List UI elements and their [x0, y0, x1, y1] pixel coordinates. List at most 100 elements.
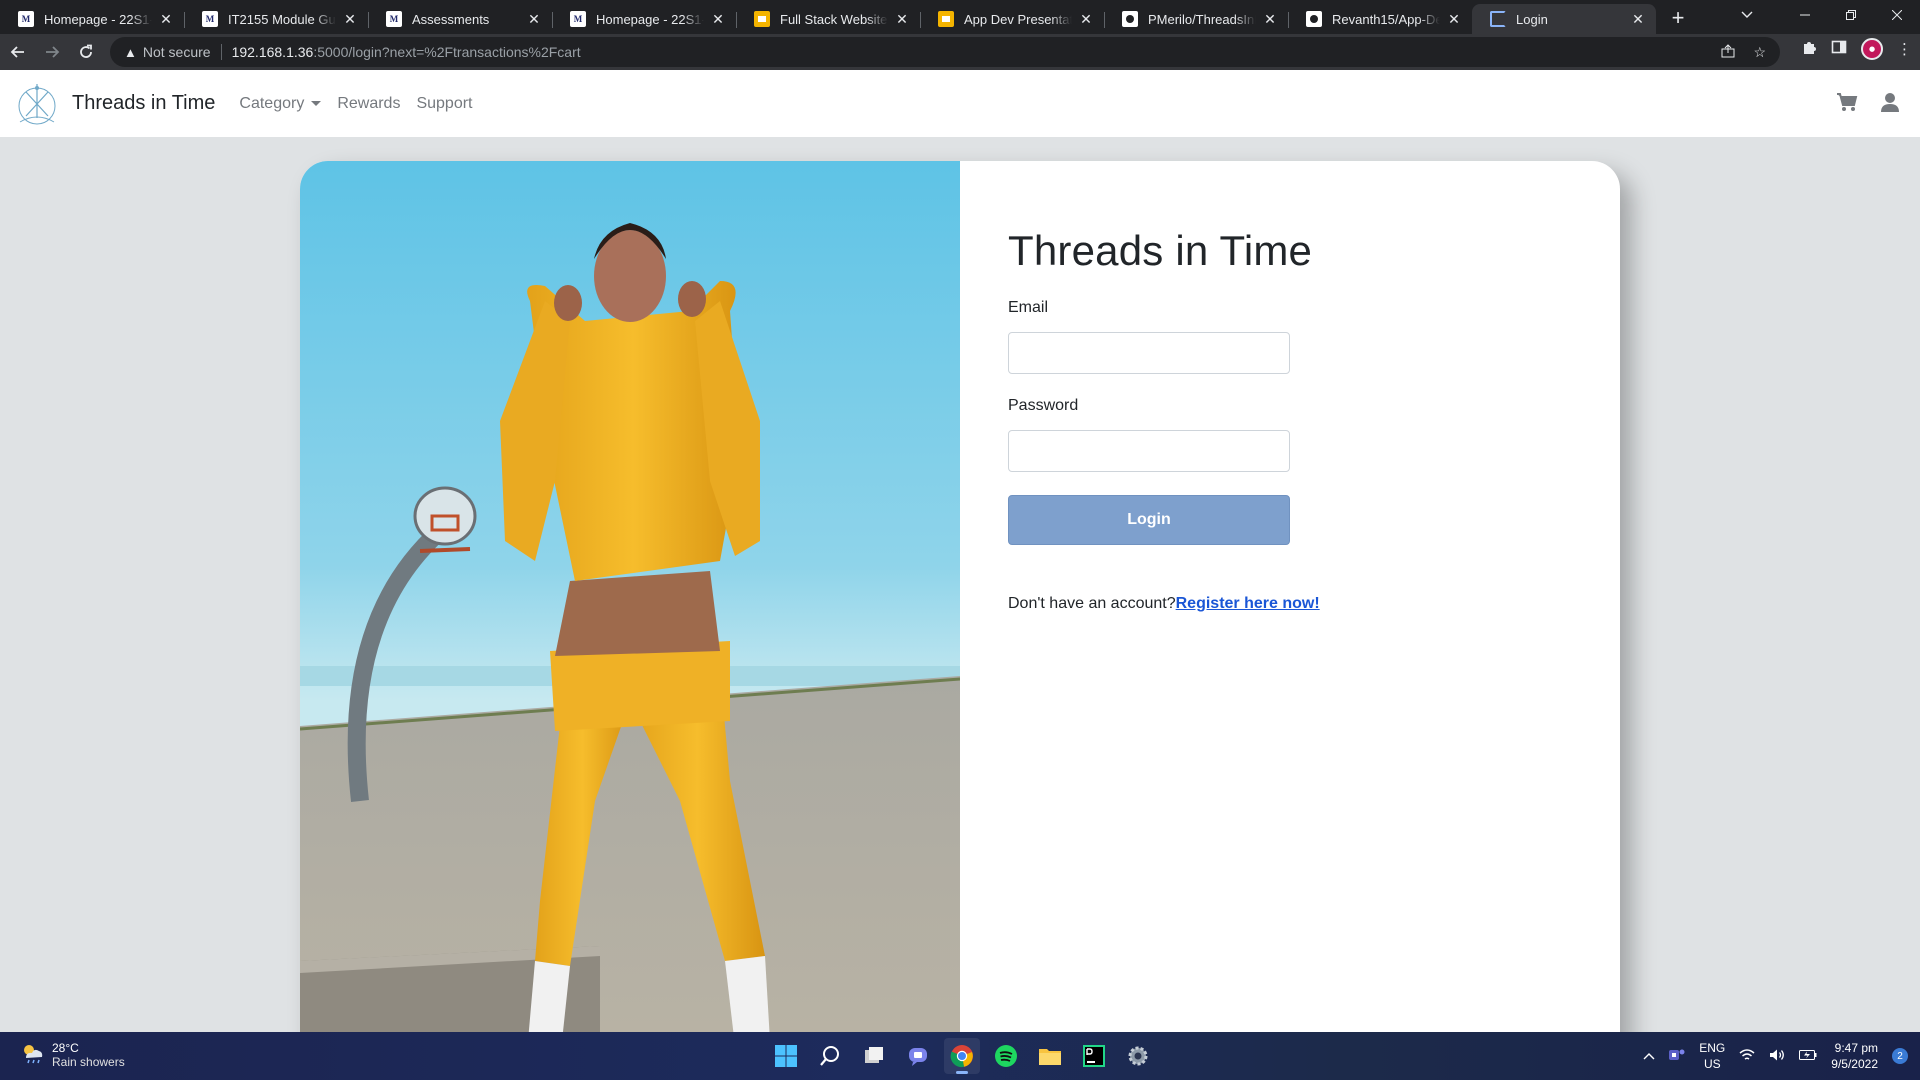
- caret-down-icon: [311, 101, 322, 106]
- forward-arrow-icon[interactable]: [36, 36, 68, 68]
- site-nav-icons: [1836, 92, 1900, 116]
- close-tab-icon[interactable]: ✕: [158, 11, 174, 27]
- mw-favicon-icon: M: [202, 11, 218, 27]
- user-account-icon[interactable]: [1880, 92, 1900, 116]
- browser-tab[interactable]: M IT2155 Module Guide ✕: [184, 4, 368, 34]
- tab-title: PMerilo/ThreadsInNo: [1148, 11, 1256, 27]
- browser-tab-strip: M Homepage - 22S1-IT2 ✕ M IT2155 Module …: [0, 0, 1920, 34]
- browser-tab[interactable]: Full Stack Website UI ✕: [736, 4, 920, 34]
- weather-description: Rain showers: [52, 1055, 125, 1069]
- close-tab-icon[interactable]: ✕: [1262, 11, 1278, 27]
- tab-title: Full Stack Website UI: [780, 11, 888, 27]
- language-indicator[interactable]: ENG US: [1699, 1040, 1725, 1072]
- pycharm-icon[interactable]: [1076, 1038, 1112, 1074]
- notification-badge[interactable]: 2: [1892, 1048, 1908, 1064]
- rain-cloud-icon: [20, 1042, 44, 1069]
- extensions-puzzle-icon[interactable]: [1801, 39, 1817, 59]
- kebab-menu-icon[interactable]: ⋮: [1897, 40, 1912, 58]
- close-tab-icon[interactable]: ✕: [1630, 11, 1646, 27]
- login-card: Threads in Time Email Password Login Don…: [300, 161, 1620, 1061]
- spotify-icon[interactable]: [988, 1038, 1024, 1074]
- browser-tab[interactable]: M Assessments ✕: [368, 4, 552, 34]
- teams-chat-icon[interactable]: [900, 1038, 936, 1074]
- file-explorer-icon[interactable]: [1032, 1038, 1068, 1074]
- reload-icon[interactable]: [70, 36, 102, 68]
- toolbar-right-actions: ● ⋮: [1801, 38, 1912, 60]
- restore-button[interactable]: [1828, 0, 1874, 30]
- windows-taskbar: 28°C Rain showers ENG US 9:47 pm 9/5/202…: [0, 1032, 1920, 1080]
- site-logo[interactable]: [12, 78, 62, 130]
- close-tab-icon[interactable]: ✕: [710, 11, 726, 27]
- url-path: :5000/login?next=%2Ftransactions%2Fcart: [313, 44, 581, 60]
- clock-time: 9:47 pm: [1834, 1041, 1878, 1055]
- url-host: 192.168.1.36: [231, 44, 314, 60]
- settings-gear-icon[interactable]: [1120, 1038, 1156, 1074]
- browser-tab[interactable]: PMerilo/ThreadsInNo ✕: [1104, 4, 1288, 34]
- clock[interactable]: 9:47 pm 9/5/2022: [1831, 1040, 1878, 1072]
- minimize-button[interactable]: [1782, 0, 1828, 30]
- back-arrow-icon[interactable]: [2, 36, 34, 68]
- clock-date: 9/5/2022: [1831, 1057, 1878, 1071]
- nav-rewards-link[interactable]: Rewards: [337, 95, 400, 113]
- browser-tab[interactable]: M Homepage - 22S1-IT2 ✕: [552, 4, 736, 34]
- login-button[interactable]: Login: [1008, 495, 1290, 545]
- tab-title: Assessments: [412, 11, 490, 27]
- close-window-button[interactable]: [1874, 0, 1920, 30]
- browser-tab-active[interactable]: Login ✕: [1472, 4, 1656, 34]
- browser-tab[interactable]: App Dev Presentation ✕: [920, 4, 1104, 34]
- close-tab-icon[interactable]: ✕: [1078, 11, 1094, 27]
- register-prompt-text: Don't have an account?: [1008, 595, 1176, 612]
- taskbar-apps: [768, 1038, 1156, 1074]
- warning-triangle-icon[interactable]: ▲: [124, 45, 137, 60]
- address-divider: [220, 44, 222, 60]
- close-tab-icon[interactable]: ✕: [894, 11, 910, 27]
- mw-favicon-icon: M: [18, 11, 34, 27]
- chrome-icon[interactable]: [944, 1038, 980, 1074]
- tab-title: Revanth15/App-Dev-F: [1332, 11, 1440, 27]
- close-tab-icon[interactable]: ✕: [526, 11, 542, 27]
- bookmark-star-icon[interactable]: ☆: [1753, 44, 1766, 61]
- register-link[interactable]: Register here now!: [1176, 595, 1320, 612]
- teams-tray-icon[interactable]: [1669, 1048, 1685, 1065]
- register-prompt: Don't have an account?Register here now!: [1008, 595, 1568, 613]
- close-tab-icon[interactable]: ✕: [342, 11, 358, 27]
- tab-title: Login: [1516, 11, 1548, 27]
- slides-favicon-icon: [754, 11, 770, 27]
- cart-icon[interactable]: [1836, 92, 1858, 116]
- browser-tab[interactable]: Revanth15/App-Dev-F ✕: [1288, 4, 1472, 34]
- site-navbar: Threads in Time Category Rewards Support: [0, 70, 1920, 137]
- windows-start-icon[interactable]: [768, 1038, 804, 1074]
- address-bar[interactable]: ▲ Not secure 192.168.1.36 :5000/login?ne…: [110, 37, 1780, 67]
- mw-favicon-icon: M: [570, 11, 586, 27]
- login-form: Threads in Time Email Password Login Don…: [1008, 227, 1568, 613]
- nav-category-dropdown[interactable]: Category: [239, 94, 322, 113]
- chevron-up-icon[interactable]: [1643, 1049, 1655, 1063]
- search-icon[interactable]: [812, 1038, 848, 1074]
- tab-search-chevron-icon[interactable]: [1724, 0, 1770, 30]
- browser-toolbar: ▲ Not secure 192.168.1.36 :5000/login?ne…: [0, 34, 1920, 70]
- github-favicon-icon: [1306, 11, 1322, 27]
- system-tray: ENG US 9:47 pm 9/5/2022 2: [1643, 1032, 1908, 1080]
- email-field[interactable]: [1008, 332, 1290, 374]
- window-controls: [1782, 0, 1920, 30]
- new-tab-button[interactable]: +: [1664, 4, 1692, 32]
- security-label[interactable]: Not secure: [143, 44, 211, 60]
- close-tab-icon[interactable]: ✕: [1446, 11, 1462, 27]
- profile-avatar[interactable]: ●: [1861, 38, 1883, 60]
- weather-widget[interactable]: 28°C Rain showers: [20, 1041, 125, 1069]
- github-favicon-icon: [1122, 11, 1138, 27]
- nav-category-label: Category: [239, 94, 305, 112]
- site-brand[interactable]: Threads in Time: [72, 92, 215, 115]
- slides-favicon-icon: [938, 11, 954, 27]
- volume-icon[interactable]: [1769, 1048, 1785, 1065]
- nav-support-link[interactable]: Support: [416, 95, 472, 113]
- side-panel-icon[interactable]: [1831, 39, 1847, 59]
- browser-tab[interactable]: M Homepage - 22S1-IT2 ✕: [0, 4, 184, 34]
- address-bar-actions: ☆: [1721, 44, 1766, 61]
- task-view-icon[interactable]: [856, 1038, 892, 1074]
- battery-charging-icon[interactable]: [1799, 1049, 1817, 1064]
- share-icon[interactable]: [1721, 44, 1735, 61]
- wifi-icon[interactable]: [1739, 1048, 1755, 1065]
- password-label: Password: [1008, 397, 1079, 414]
- password-field[interactable]: [1008, 430, 1290, 472]
